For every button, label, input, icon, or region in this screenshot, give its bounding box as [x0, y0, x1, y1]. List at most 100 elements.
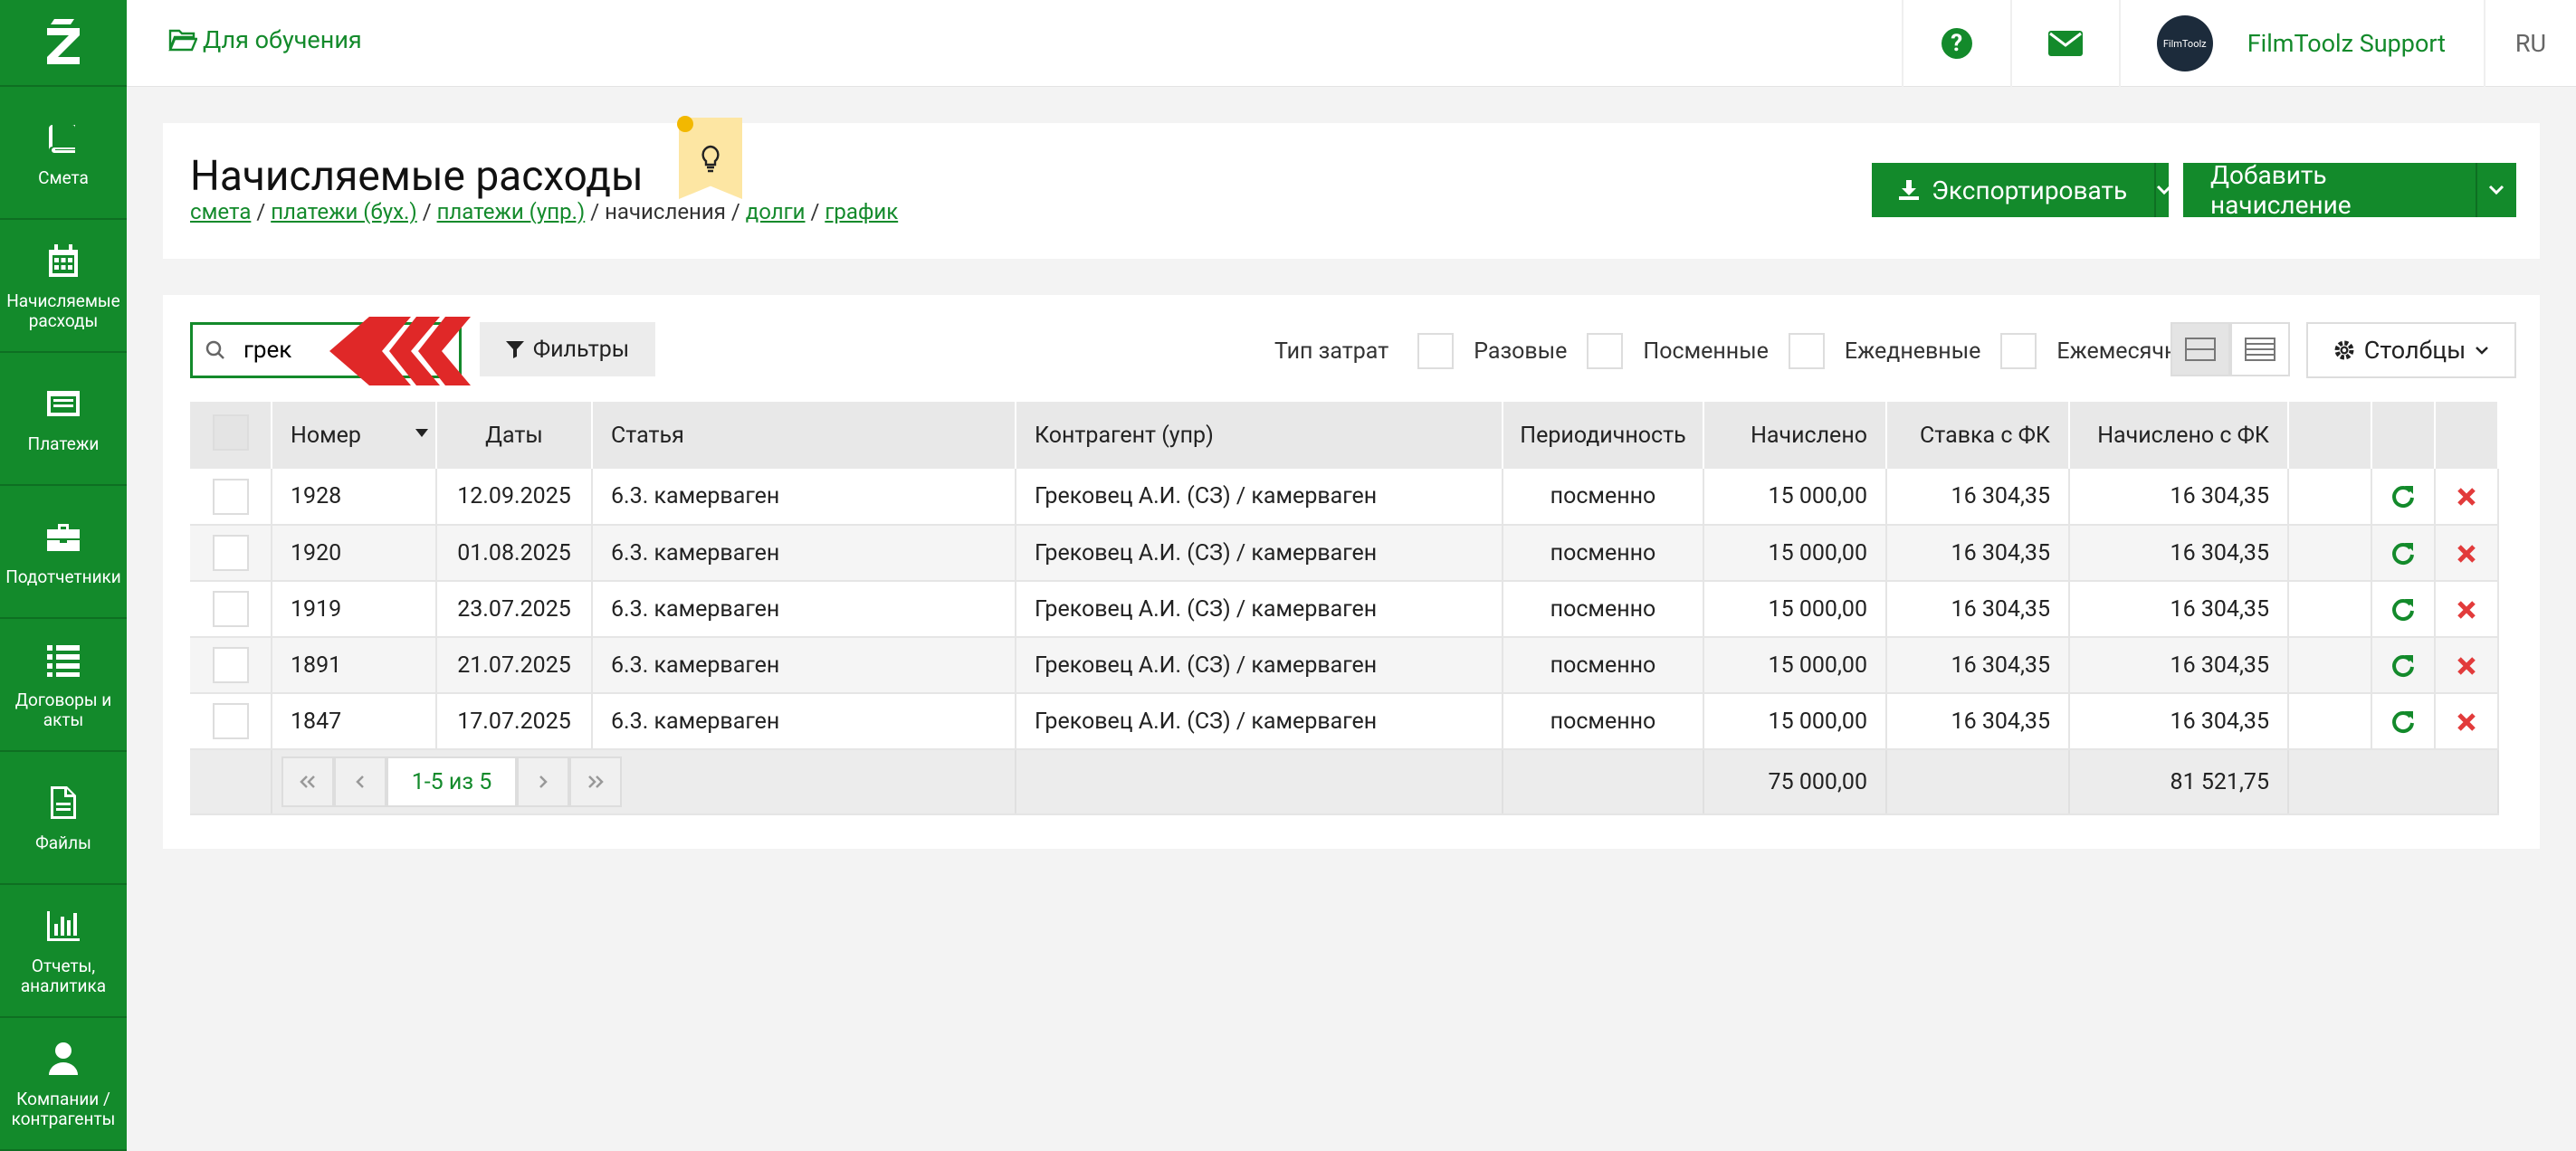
refresh-icon[interactable] — [2390, 541, 2416, 566]
cell-periodicity: посменно — [1503, 525, 1704, 582]
add-dropdown-toggle[interactable] — [2475, 163, 2516, 217]
card-icon — [43, 384, 83, 423]
first-page-button[interactable] — [281, 756, 334, 807]
refresh-icon[interactable] — [2390, 484, 2416, 509]
add-accrual-button[interactable]: Добавить начисление — [2183, 160, 2476, 220]
column-header-number[interactable]: Номер — [272, 402, 437, 469]
delete-icon[interactable] — [2457, 544, 2476, 564]
cell-date: 12.09.2025 — [436, 469, 593, 526]
question-icon: ? — [1941, 28, 1972, 59]
refresh-icon[interactable] — [2390, 653, 2416, 679]
row-checkbox[interactable] — [212, 703, 249, 739]
row-checkbox[interactable] — [212, 535, 249, 571]
sidebar-item-files[interactable]: Файлы — [0, 752, 127, 885]
delete-icon[interactable] — [2457, 712, 2476, 732]
delete-icon[interactable] — [2457, 487, 2476, 507]
table-row[interactable]: 1919 23.07.2025 6.3. камерваген Грековец А.… — [190, 581, 2499, 638]
column-header-rate-fk[interactable]: Ставка с ФК — [1886, 402, 2070, 469]
cell-empty — [2288, 693, 2372, 750]
export-dropdown-toggle[interactable] — [2154, 163, 2172, 217]
user-menu[interactable]: FilmToolz FilmToolz Support — [2118, 0, 2484, 87]
sidebar-item-accrued[interactable]: Начисляемые расходы — [0, 220, 127, 353]
row-checkbox[interactable] — [212, 478, 249, 515]
sidebar-item-companies[interactable]: Компании / контрагенты — [0, 1018, 127, 1151]
breadcrumb-graph[interactable]: график — [825, 199, 898, 224]
cell-rate-fk: 16 304,35 — [1886, 469, 2070, 526]
app-logo[interactable] — [0, 0, 127, 87]
breadcrumb-debts[interactable]: долги — [746, 199, 806, 224]
filters-button[interactable]: Фильтры — [480, 322, 655, 376]
delete-icon[interactable] — [2457, 656, 2476, 676]
book-icon — [43, 118, 83, 157]
cell-accrued-fk: 16 304,35 — [2069, 637, 2289, 694]
help-button[interactable]: ? — [1901, 0, 2010, 87]
last-page-button[interactable] — [569, 756, 622, 807]
breadcrumb-payments-buh[interactable]: платежи (бух.) — [271, 199, 417, 224]
cost-type-option: Ежедневные — [1844, 338, 1981, 365]
sidebar-item-reports[interactable]: Отчеты, аналитика — [0, 885, 127, 1018]
chevron-down-icon — [2157, 185, 2172, 195]
cell-article: 6.3. камерваген — [592, 637, 1016, 694]
column-header-periodicity[interactable]: Периодичность — [1503, 402, 1704, 469]
total-accrued-fk: 81 521,75 — [2069, 749, 2289, 815]
column-header-refresh — [2371, 402, 2436, 469]
cell-date: 23.07.2025 — [436, 581, 593, 638]
refresh-icon[interactable] — [2390, 709, 2416, 735]
cell-number[interactable]: 1847 — [272, 693, 437, 750]
table-row[interactable]: 1891 21.07.2025 6.3. камерваген Грековец А.… — [190, 637, 2499, 694]
cost-type-checkbox-once[interactable] — [1417, 333, 1455, 369]
cost-type-checkbox-monthly[interactable] — [2000, 333, 2037, 369]
select-all-checkbox[interactable] — [212, 414, 249, 451]
filter-icon — [505, 341, 524, 358]
row-checkbox[interactable] — [212, 591, 249, 627]
refresh-cell — [2371, 469, 2436, 526]
messages-button[interactable] — [2009, 0, 2119, 87]
footer-cell — [1886, 749, 2070, 815]
sidebar-item-payments[interactable]: Платежи — [0, 353, 127, 486]
breadcrumb-smeta[interactable]: смета — [190, 199, 251, 224]
row-select-cell — [190, 525, 272, 582]
search-input[interactable] — [243, 337, 334, 364]
cell-number[interactable]: 1920 — [272, 525, 437, 582]
sidebar-item-smeta[interactable]: Смета — [0, 87, 127, 220]
cell-number[interactable]: 1919 — [272, 581, 437, 638]
table-row[interactable]: 1847 17.07.2025 6.3. камерваген Грековец А.… — [190, 693, 2499, 750]
column-header-article[interactable]: Статья — [592, 402, 1016, 469]
page-info: 1-5 из 5 — [386, 756, 517, 807]
table-row[interactable]: 1928 12.09.2025 6.3. камерваген Грековец А.… — [190, 469, 2499, 526]
cost-type-checkbox-shift[interactable] — [1587, 333, 1624, 369]
export-button[interactable]: Экспортировать — [1872, 163, 2154, 217]
rows-compact-icon — [2245, 338, 2275, 361]
column-header-dates[interactable]: Даты — [436, 402, 593, 469]
columns-button[interactable]: Столбцы — [2306, 322, 2516, 378]
cell-rate-fk: 16 304,35 — [1886, 581, 2070, 638]
cell-number[interactable]: 1928 — [272, 469, 437, 526]
cell-periodicity: посменно — [1503, 637, 1704, 694]
next-page-button[interactable] — [517, 756, 569, 807]
sidebar-item-label: Договоры и акты — [14, 689, 112, 730]
column-header-accrued-fk[interactable]: Начислено с ФК — [2069, 402, 2289, 469]
cost-type-checkbox-daily[interactable] — [1788, 333, 1825, 369]
row-checkbox[interactable] — [212, 647, 249, 683]
lightbulb-icon — [701, 145, 720, 173]
project-selector[interactable]: Для обучения — [168, 25, 362, 54]
cell-number[interactable]: 1891 — [272, 637, 437, 694]
accruals-table: Номер Даты Статья Контрагент (упр) Перио… — [190, 402, 2499, 815]
delete-icon[interactable] — [2457, 600, 2476, 620]
sidebar-item-contracts[interactable]: Договоры и акты — [0, 619, 127, 752]
table-footer-row: 1-5 из 5 75 000,00 81 521,75 — [190, 749, 2499, 815]
cell-article: 6.3. камерваген — [592, 581, 1016, 638]
view-compact-button[interactable] — [2230, 322, 2290, 376]
column-header-contractor[interactable]: Контрагент (упр) — [1016, 402, 1503, 469]
sidebar-item-accountable[interactable]: Подотчетники — [0, 486, 127, 619]
table-row[interactable]: 1920 01.08.2025 6.3. камерваген Грековец А.… — [190, 525, 2499, 582]
column-header-accrued[interactable]: Начислено — [1703, 402, 1887, 469]
language-switcher[interactable]: RU — [2484, 0, 2576, 87]
breadcrumb-payments-upr[interactable]: платежи (упр.) — [437, 199, 586, 224]
refresh-icon[interactable] — [2390, 597, 2416, 623]
sidebar-item-label: Компании / контрагенты — [11, 1088, 116, 1129]
page-header-card: Начисляемые расходы смета / платежи (бух… — [163, 116, 2540, 259]
view-wide-button[interactable] — [2171, 322, 2230, 376]
sidebar-item-label: Подотчетники — [5, 566, 121, 587]
prev-page-button[interactable] — [334, 756, 386, 807]
